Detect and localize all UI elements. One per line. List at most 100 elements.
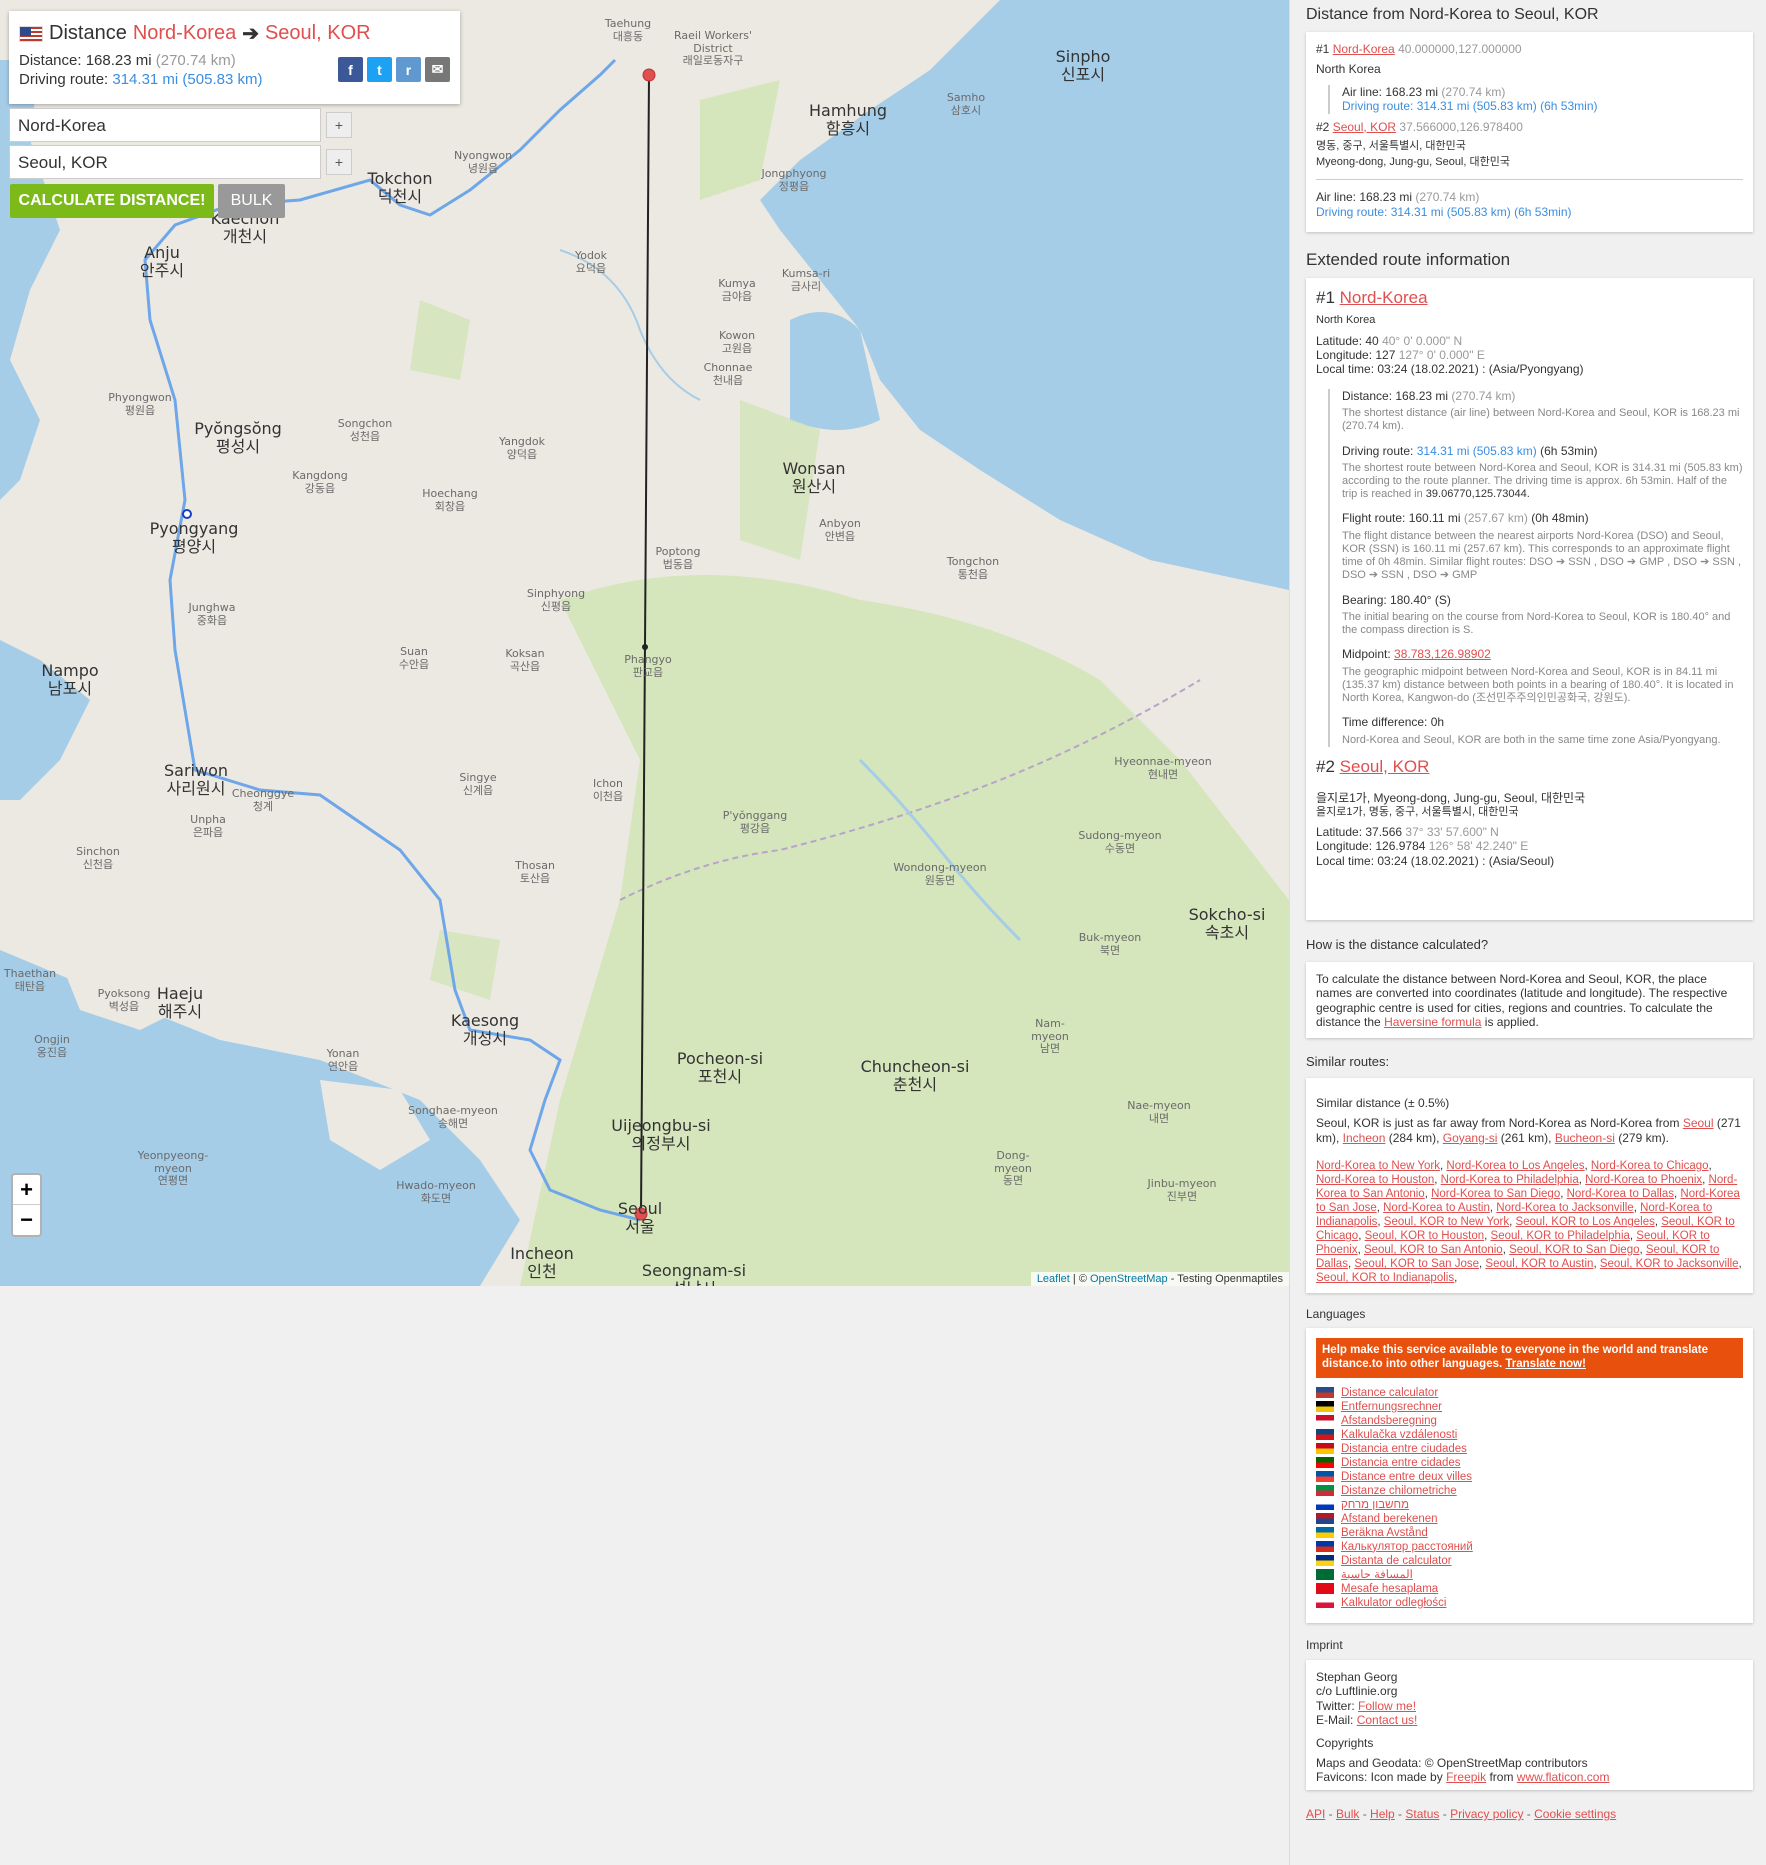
ext1-link[interactable]: Nord-Korea — [1340, 288, 1428, 307]
similar-route-link[interactable]: Nord-Korea to Phoenix — [1585, 1174, 1702, 1186]
footer-link[interactable]: API — [1306, 1807, 1325, 1821]
similar-route-link[interactable]: Seoul, KOR to San Jose — [1354, 1258, 1479, 1270]
similar-route-link[interactable]: Nord-Korea to Houston — [1316, 1174, 1434, 1186]
similar-place[interactable]: Bucheon-si — [1555, 1131, 1615, 1145]
similar-route-link[interactable]: Nord-Korea to Austin — [1383, 1202, 1490, 1214]
similar-route-link[interactable]: Nord-Korea to San Diego — [1431, 1188, 1560, 1200]
similar-route-link[interactable]: Nord-Korea to Los Angeles — [1446, 1160, 1584, 1172]
from-input[interactable]: Nord-Korea — [9, 108, 321, 142]
zoom-out-button[interactable]: − — [13, 1205, 40, 1235]
twitter-icon[interactable]: t — [367, 57, 392, 82]
language-item[interactable]: Beräkna Avstånd — [1316, 1526, 1743, 1540]
similar-route-link[interactable]: Seoul, KOR to New York — [1384, 1216, 1509, 1228]
language-item[interactable]: Kalkulator odległości — [1316, 1596, 1743, 1610]
footer-link[interactable]: Help — [1370, 1807, 1395, 1821]
follow-me-link[interactable]: Follow me! — [1358, 1699, 1416, 1713]
language-item[interactable]: Калькулятор расстояний — [1316, 1540, 1743, 1554]
similar-route-link[interactable]: Seoul, KOR to San Diego — [1509, 1244, 1639, 1256]
midpoint-link[interactable]: 38.783,126.98902 — [1394, 647, 1491, 661]
contact-us-link[interactable]: Contact us! — [1357, 1713, 1418, 1727]
language-item[interactable]: Afstandsberegning — [1316, 1414, 1743, 1428]
language-link[interactable]: Kalkulačka vzdálenosti — [1341, 1428, 1457, 1442]
flaticon-link[interactable]: www.flaticon.com — [1517, 1770, 1610, 1784]
language-item[interactable]: Distanta de calculator — [1316, 1554, 1743, 1568]
email-icon[interactable]: ✉ — [425, 57, 450, 82]
language-link[interactable]: Калькулятор расстояний — [1341, 1540, 1473, 1554]
language-link[interactable]: Distanta de calculator — [1341, 1554, 1452, 1568]
country-flag-icon — [1316, 1443, 1334, 1455]
language-item[interactable]: Entfernungsrechner — [1316, 1400, 1743, 1414]
footer-link[interactable]: Privacy policy — [1450, 1807, 1523, 1821]
bulk-button[interactable]: BULK — [218, 184, 285, 218]
summary-card: #1 Nord-Korea 40.000000,127.000000 North… — [1306, 32, 1753, 232]
similar-route-link[interactable]: Seoul, KOR to Austin — [1485, 1258, 1593, 1270]
language-item[interactable]: Distancia entre ciudades — [1316, 1442, 1743, 1456]
language-link[interactable]: Beräkna Avstånd — [1341, 1526, 1428, 1540]
language-link[interactable]: Afstand berekenen — [1341, 1512, 1438, 1526]
p2-link[interactable]: Seoul, KOR — [1333, 120, 1396, 134]
footer-link[interactable]: Status — [1405, 1807, 1439, 1821]
language-item[interactable]: Distance entre deux villes — [1316, 1470, 1743, 1484]
similar-route-link[interactable]: Nord-Korea to Dallas — [1567, 1188, 1674, 1200]
language-item[interactable]: מחשבון מרחק — [1316, 1498, 1743, 1512]
language-link[interactable]: מחשבון מרחק — [1341, 1498, 1409, 1512]
freepik-link[interactable]: Freepik — [1446, 1770, 1486, 1784]
language-link[interactable]: Distance entre deux villes — [1341, 1470, 1472, 1484]
calculate-distance-button[interactable]: CALCULATE DISTANCE! — [10, 184, 214, 218]
language-link[interactable]: Mesafe hesaplama — [1341, 1582, 1438, 1596]
to-input[interactable]: Seoul, KOR — [9, 145, 321, 179]
flight-km: (257.67 km) — [1463, 511, 1528, 526]
from-add-button[interactable]: + — [326, 112, 352, 138]
footer-link[interactable]: Bulk — [1336, 1807, 1359, 1821]
language-link[interactable]: Distance calculator — [1341, 1386, 1438, 1400]
map[interactable]: Taehung 대흥동 Raeil Workers' District 래일로동자구 Si… — [0, 0, 1289, 1286]
p1-coords: 40.000000,127.000000 — [1398, 42, 1522, 56]
to-add-button[interactable]: + — [326, 149, 352, 175]
similar-route-link[interactable]: Seoul, KOR to Indianapolis — [1316, 1272, 1454, 1284]
from-link[interactable]: Nord-Korea — [133, 22, 236, 45]
haversine-link[interactable]: Haversine formula — [1384, 1015, 1481, 1029]
to-link[interactable]: Seoul, KOR — [265, 22, 371, 45]
language-link[interactable]: Entfernungsrechner — [1341, 1400, 1442, 1414]
similar-route-link[interactable]: Seoul, KOR to San Antonio — [1364, 1244, 1503, 1256]
similar-route-link[interactable]: Nord-Korea to New York — [1316, 1160, 1440, 1172]
language-link[interactable]: المسافة حاسبة — [1341, 1568, 1413, 1582]
leaflet-link[interactable]: Leaflet — [1037, 1273, 1070, 1285]
similar-route-link[interactable]: Nord-Korea to Philadelphia — [1441, 1174, 1579, 1186]
similar-route-link[interactable]: Seoul, KOR to Jacksonville — [1600, 1258, 1739, 1270]
facebook-icon[interactable]: f — [338, 57, 363, 82]
language-link[interactable]: Afstandsberegning — [1341, 1414, 1437, 1428]
translate-now-link[interactable]: Translate now! — [1505, 1358, 1586, 1370]
country-flag-icon — [1316, 1555, 1334, 1567]
similar-route-link[interactable]: Nord-Korea to Chicago — [1591, 1160, 1709, 1172]
language-link[interactable]: Distancia entre ciudades — [1341, 1442, 1467, 1456]
dist-km: (270.74 km) — [1451, 388, 1516, 403]
language-link[interactable]: Kalkulator odległości — [1341, 1596, 1446, 1610]
osm-link[interactable]: OpenStreetMap — [1090, 1273, 1168, 1285]
similar-place[interactable]: Seoul — [1683, 1116, 1714, 1130]
zoom-in-button[interactable]: + — [13, 1175, 40, 1205]
language-item[interactable]: Distancia entre cidades — [1316, 1456, 1743, 1470]
reddit-icon[interactable]: r — [396, 57, 421, 82]
map-place-label: Incheon 인천 — [510, 1244, 574, 1282]
map-place-label: Pyoksong 벽성읍 — [97, 987, 151, 1013]
similar-route-link[interactable]: Seoul, KOR to Philadelphia — [1491, 1230, 1630, 1242]
footer-link[interactable]: Cookie settings — [1534, 1807, 1616, 1821]
distance-mi: 168.23 mi — [85, 52, 152, 69]
language-item[interactable]: Distance calculator — [1316, 1386, 1743, 1400]
similar-place[interactable]: Goyang-si — [1443, 1131, 1498, 1145]
language-item[interactable]: المسافة حاسبة — [1316, 1568, 1743, 1582]
similar-route-link[interactable]: Nord-Korea to Jacksonville — [1496, 1202, 1633, 1214]
similar-place[interactable]: Incheon — [1343, 1131, 1386, 1145]
p1-link[interactable]: Nord-Korea — [1333, 42, 1395, 56]
ext2-link[interactable]: Seoul, KOR — [1340, 757, 1430, 776]
similar-route-link[interactable]: Seoul, KOR to Houston — [1365, 1230, 1485, 1242]
language-item[interactable]: Distanze chilometriche — [1316, 1484, 1743, 1498]
language-link[interactable]: Distanze chilometriche — [1341, 1484, 1457, 1498]
language-item[interactable]: Afstand berekenen — [1316, 1512, 1743, 1526]
language-item[interactable]: Kalkulačka vzdálenosti — [1316, 1428, 1743, 1442]
language-item[interactable]: Mesafe hesaplama — [1316, 1582, 1743, 1596]
language-link[interactable]: Distancia entre cidades — [1341, 1456, 1461, 1470]
similar-route-link[interactable]: Seoul, KOR to Los Angeles — [1515, 1216, 1654, 1228]
country-flag-icon — [1316, 1499, 1334, 1511]
